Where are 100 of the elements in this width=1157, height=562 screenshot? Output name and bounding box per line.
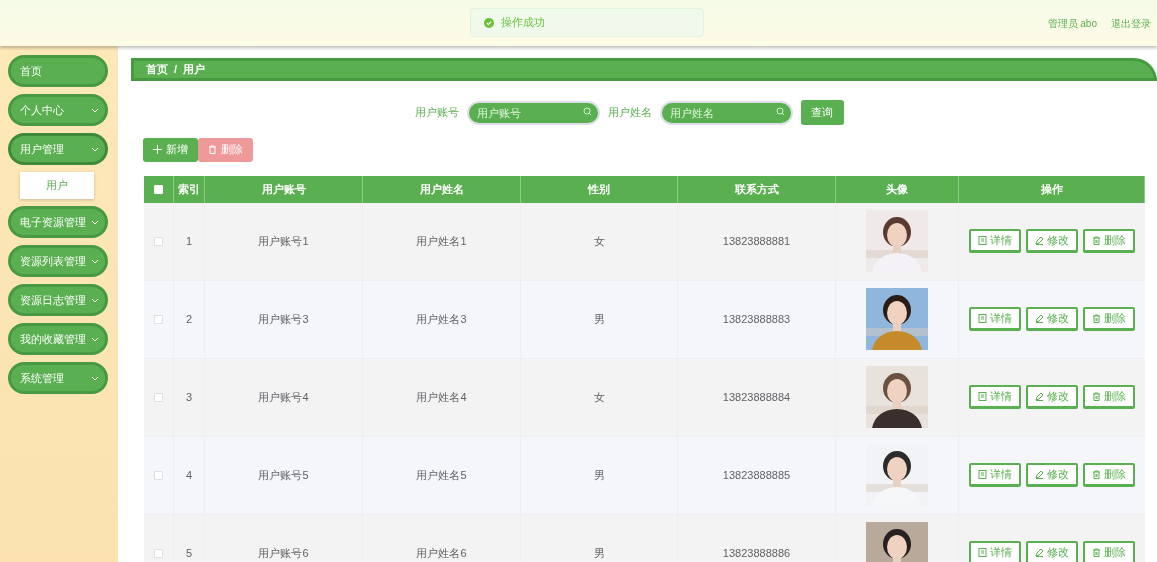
document-icon [978, 392, 987, 401]
table-cell-text: 用户姓名5 [416, 467, 467, 483]
pencil-icon [1035, 236, 1044, 245]
search-label: 用户账号 [414, 104, 459, 120]
table-cell-text: 男 [593, 311, 605, 327]
sidebar-item[interactable]: 首页 [8, 55, 108, 87]
detail-button[interactable]: 详情 [969, 385, 1021, 409]
table-cell-text: 13823888886 [722, 545, 791, 561]
column-header: 索引 [178, 181, 200, 197]
logout-link[interactable]: 退出登录 [1111, 15, 1151, 31]
trash-icon [1092, 314, 1101, 323]
breadcrumb-item: 用户 [183, 62, 206, 77]
trash-icon [1092, 548, 1101, 557]
table-cell-text: 13823888885 [722, 467, 791, 483]
row-checkbox[interactable] [154, 236, 163, 246]
delete-button[interactable]: 删除 [1083, 229, 1135, 253]
table-cell-text: 13823888881 [722, 233, 791, 249]
table-cell-text: 用户账号1 [258, 233, 309, 249]
table-cell-text: 女 [593, 389, 605, 405]
row-checkbox[interactable] [154, 314, 163, 324]
sidebar-item[interactable]: 系统管理 [8, 362, 108, 394]
sidebar-item[interactable]: 资源日志管理 [8, 284, 108, 316]
column-header: 操作 [1040, 181, 1063, 197]
pencil-icon [1035, 548, 1044, 557]
sidebar-item[interactable]: 个人中心 [8, 94, 108, 126]
edit-button[interactable]: 修改 [1026, 385, 1078, 409]
edit-button[interactable]: 修改 [1026, 307, 1078, 331]
column-header: 头像 [886, 181, 908, 197]
chevron-down-icon [91, 297, 99, 303]
row-checkbox[interactable] [154, 470, 163, 480]
table-cell-text: 用户姓名1 [416, 233, 467, 249]
pencil-icon [1035, 392, 1044, 401]
table-cell-text: 5 [185, 545, 193, 561]
breadcrumb-separator: / [174, 62, 178, 77]
table-cell-text: 用户账号3 [258, 311, 309, 327]
chevron-down-icon [91, 146, 99, 152]
column-header: 联系方式 [734, 181, 779, 197]
toast-message: 操作成功 [501, 15, 545, 31]
column-header: 用户账号 [261, 181, 306, 197]
chevron-down-icon [91, 375, 99, 381]
table-cell-text: 13823888883 [722, 311, 791, 327]
add-button[interactable]: 新增 [143, 137, 198, 162]
document-icon [978, 548, 987, 557]
edit-button[interactable]: 修改 [1026, 463, 1078, 487]
table-cell-text: 男 [593, 467, 605, 483]
delete-button[interactable]: 删除 [1083, 463, 1135, 487]
detail-button[interactable]: 详情 [969, 541, 1021, 562]
edit-button[interactable]: 修改 [1026, 229, 1078, 253]
pencil-icon [1035, 314, 1044, 323]
document-icon [978, 236, 987, 245]
trash-icon [1092, 470, 1101, 479]
trash-icon [1092, 236, 1101, 245]
select-all-checkbox[interactable] [154, 184, 163, 194]
user-label: 管理员 abo [1047, 16, 1097, 31]
search-icon [775, 107, 785, 116]
detail-button[interactable]: 详情 [969, 307, 1021, 331]
sidebar-item[interactable]: 资源列表管理 [8, 245, 108, 277]
table-cell-text: 男 [593, 545, 605, 561]
chevron-down-icon [91, 107, 99, 113]
plus-icon [153, 145, 162, 154]
table-cell-text: 3 [185, 389, 193, 405]
sidebar-item[interactable]: 电子资源管理 [8, 206, 108, 238]
table-cell-text: 用户姓名4 [416, 389, 467, 405]
detail-button[interactable]: 详情 [969, 229, 1021, 253]
table-cell-text: 用户账号6 [258, 545, 309, 561]
row-checkbox[interactable] [154, 392, 163, 402]
chevron-down-icon [91, 219, 99, 225]
edit-button[interactable]: 修改 [1026, 541, 1078, 562]
search-icon [582, 107, 592, 116]
table-cell-text: 女 [593, 233, 605, 249]
delete-button[interactable]: 删除 [1083, 541, 1135, 562]
table-cell-text: 1 [185, 233, 193, 249]
search-field[interactable]: 用户姓名 [659, 101, 793, 125]
trash-icon [208, 145, 217, 154]
query-button[interactable]: 查询 [800, 99, 844, 125]
search-field[interactable]: 用户账号 [466, 101, 600, 125]
delete-button[interactable]: 删除 [1083, 385, 1135, 409]
table-cell-text: 用户账号5 [258, 467, 309, 483]
submenu-item[interactable]: 用户 [20, 172, 94, 199]
sidebar-item[interactable]: 我的收藏管理 [8, 323, 108, 355]
delete-button[interactable]: 删除 [1083, 307, 1135, 331]
table-cell-text: 2 [185, 311, 193, 327]
chevron-down-icon [91, 258, 99, 264]
row-checkbox[interactable] [154, 548, 163, 558]
breadcrumb-item[interactable]: 首页 [146, 61, 168, 78]
document-icon [978, 470, 987, 479]
detail-button[interactable]: 详情 [969, 463, 1021, 487]
chevron-down-icon [91, 336, 99, 342]
search-label: 用户姓名 [607, 104, 652, 120]
table-cell-text: 13823888884 [722, 389, 791, 405]
sidebar-item[interactable]: 用户管理 [8, 133, 108, 165]
trash-icon [1092, 392, 1101, 401]
table-cell-text: 用户姓名6 [416, 545, 467, 561]
table-cell-text: 用户姓名3 [416, 311, 467, 327]
table-cell-text: 4 [185, 467, 193, 483]
document-icon [978, 314, 987, 323]
check-circle-icon [484, 17, 494, 28]
table-cell-text: 用户账号4 [258, 389, 309, 405]
column-header: 用户姓名 [419, 181, 464, 197]
column-header: 性别 [588, 181, 610, 197]
